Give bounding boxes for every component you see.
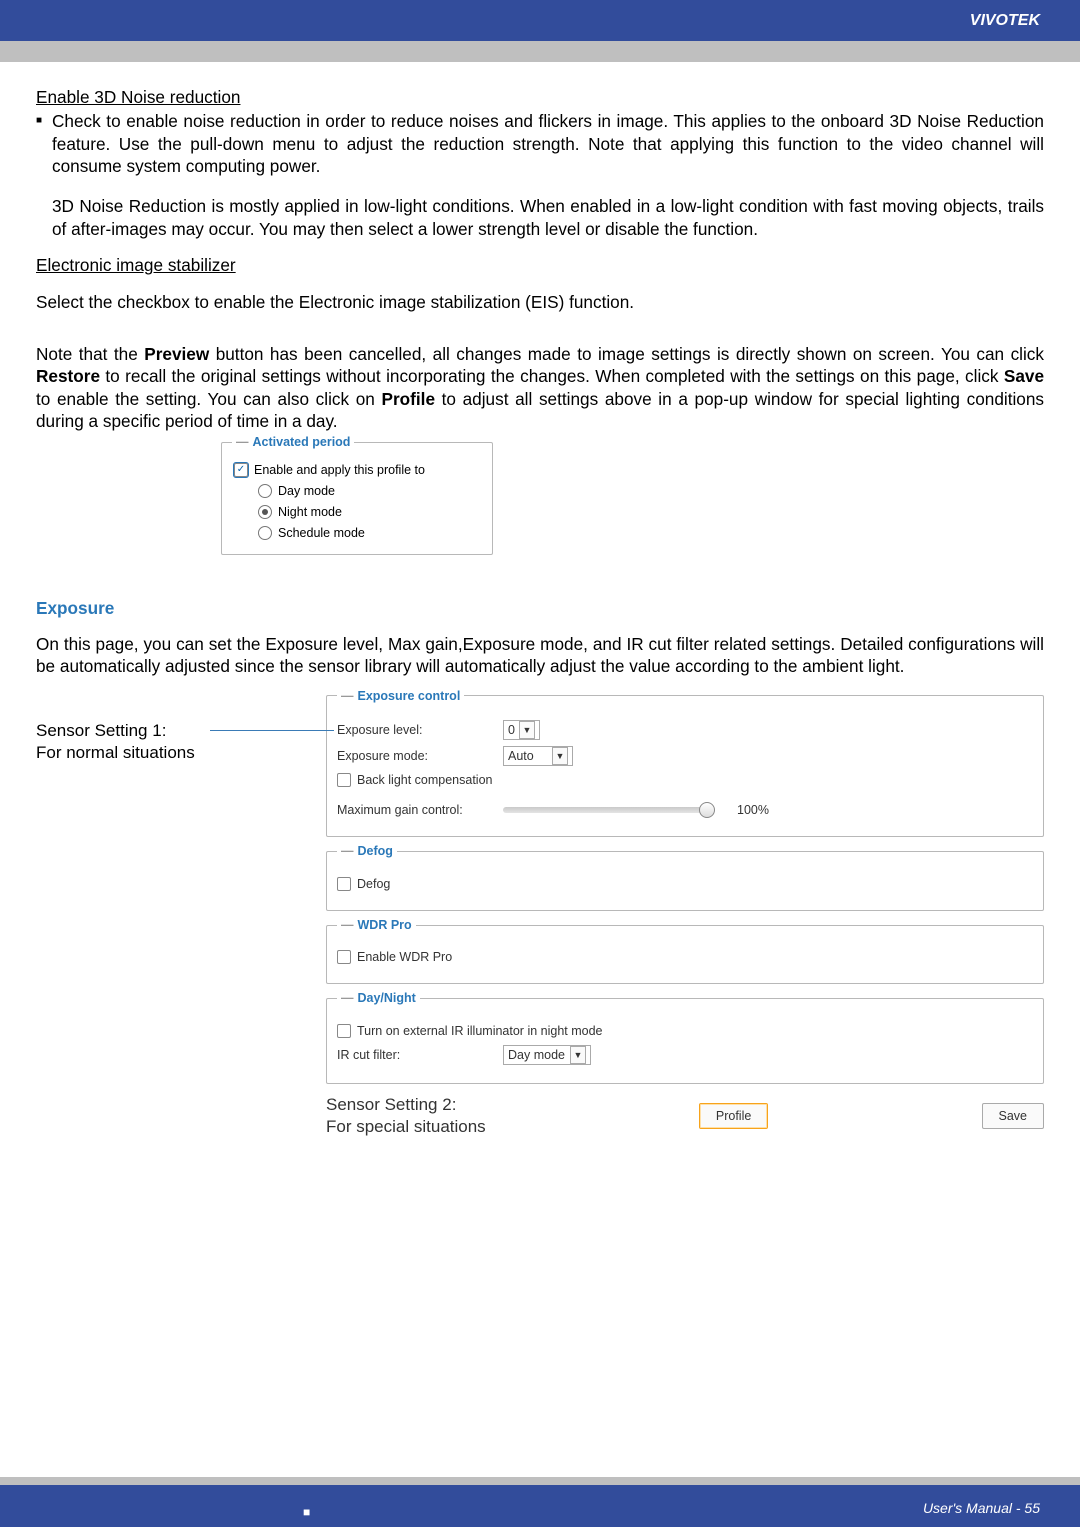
enable-profile-row[interactable]: Enable and apply this profile to bbox=[232, 459, 482, 480]
mode-label: Day mode bbox=[278, 483, 335, 499]
blc-checkbox[interactable] bbox=[337, 773, 351, 787]
page-header: VIVOTEK bbox=[0, 0, 1080, 41]
day-mode-radio[interactable] bbox=[258, 484, 272, 498]
page-content: Enable 3D Noise reduction Check to enabl… bbox=[0, 62, 1080, 1477]
paragraph-text: to enable the setting. You can also clic… bbox=[36, 389, 382, 409]
exposure-panel: —Exposure control Exposure level: 0▼ Exp… bbox=[326, 688, 1044, 1138]
sensor-setting-2-note: Sensor Setting 2: For special situations bbox=[326, 1094, 486, 1138]
enable-profile-label: Enable and apply this profile to bbox=[254, 462, 425, 478]
emphasis-preview: Preview bbox=[144, 344, 209, 364]
exposure-title: Exposure bbox=[36, 597, 1044, 619]
wdr-row[interactable]: Enable WDR Pro bbox=[337, 949, 1033, 965]
blc-row[interactable]: Back light compensation bbox=[337, 772, 1033, 788]
emphasis-profile: Profile bbox=[382, 389, 435, 409]
max-gain-label: Maximum gain control: bbox=[337, 802, 497, 818]
schedule-mode-radio[interactable] bbox=[258, 526, 272, 540]
wdr-checkbox[interactable] bbox=[337, 950, 351, 964]
dropdown-arrow-icon: ▼ bbox=[552, 747, 568, 765]
section-preview-note: Note that the Preview button has been ca… bbox=[36, 343, 1044, 432]
wdr-group: —WDR Pro Enable WDR Pro bbox=[326, 917, 1044, 985]
slider-thumb[interactable] bbox=[699, 802, 715, 818]
section-eis: Electronic image stabilizer Select the c… bbox=[36, 254, 1044, 313]
connector-line bbox=[210, 730, 334, 731]
save-button[interactable]: Save bbox=[982, 1103, 1045, 1129]
defog-group: —Defog Defog bbox=[326, 843, 1044, 911]
select-value: Auto bbox=[508, 749, 534, 763]
paragraph-text: 3D Noise Reduction is mostly applied in … bbox=[52, 195, 1044, 240]
defog-label: Defog bbox=[357, 876, 390, 892]
group-legend: Defog bbox=[358, 844, 393, 858]
exposure-mode-select[interactable]: Auto ▼ bbox=[503, 746, 573, 766]
group-legend: Activated period bbox=[253, 435, 351, 449]
exposure-mode-label: Exposure mode: bbox=[337, 748, 497, 764]
sensor-setting-1-note: Sensor Setting 1: For normal situations bbox=[36, 688, 306, 1138]
note-line: Sensor Setting 1: bbox=[36, 720, 306, 742]
section-title: Enable 3D Noise reduction bbox=[36, 86, 1044, 108]
group-legend: WDR Pro bbox=[358, 918, 412, 932]
note-line: For special situations bbox=[326, 1116, 486, 1138]
panel-footer: Sensor Setting 2: For special situations… bbox=[326, 1094, 1044, 1138]
section-title: Electronic image stabilizer bbox=[36, 254, 1044, 276]
paragraph-text: On this page, you can set the Exposure l… bbox=[36, 633, 1044, 678]
ircut-label: IR cut filter: bbox=[337, 1047, 497, 1063]
wdr-label: Enable WDR Pro bbox=[357, 949, 452, 965]
schedule-mode-row[interactable]: Schedule mode bbox=[232, 522, 482, 543]
section-3d-noise: Enable 3D Noise reduction Check to enabl… bbox=[36, 86, 1044, 240]
ir-illuminator-checkbox[interactable] bbox=[337, 1024, 351, 1038]
note-line: Sensor Setting 2: bbox=[326, 1094, 486, 1116]
exposure-level-label: Exposure level: bbox=[337, 722, 497, 738]
defog-checkbox[interactable] bbox=[337, 877, 351, 891]
mode-label: Schedule mode bbox=[278, 525, 365, 541]
dropdown-arrow-icon: ▼ bbox=[570, 1046, 586, 1064]
max-gain-slider[interactable] bbox=[503, 807, 713, 813]
paragraph-text: button has been cancelled, all changes m… bbox=[209, 344, 1044, 364]
note-line: For normal situations bbox=[36, 742, 306, 764]
blc-label: Back light compensation bbox=[357, 772, 493, 788]
defog-row[interactable]: Defog bbox=[337, 876, 1033, 892]
profile-button[interactable]: Profile bbox=[699, 1103, 768, 1129]
night-mode-radio[interactable] bbox=[258, 505, 272, 519]
ir-illuminator-label: Turn on external IR illuminator in night… bbox=[357, 1023, 603, 1039]
ir-illuminator-row[interactable]: Turn on external IR illuminator in night… bbox=[337, 1023, 1033, 1039]
paragraph: Check to enable noise reduction in order… bbox=[36, 110, 1044, 240]
emphasis-save: Save bbox=[1004, 366, 1044, 386]
paragraph-text: Check to enable noise reduction in order… bbox=[52, 110, 1044, 177]
exposure-control-group: —Exposure control Exposure level: 0▼ Exp… bbox=[326, 688, 1044, 838]
paragraph-text: to recall the original settings without … bbox=[100, 366, 1004, 386]
daynight-group: —Day/Night Turn on external IR illuminat… bbox=[326, 990, 1044, 1084]
exposure-level-select[interactable]: 0▼ bbox=[503, 720, 540, 740]
group-legend: Day/Night bbox=[358, 991, 416, 1005]
page-number: User's Manual - 55 bbox=[923, 1499, 1040, 1517]
brand-text: VIVOTEK bbox=[970, 11, 1040, 32]
paragraph-text: Select the checkbox to enable the Electr… bbox=[36, 291, 1044, 313]
page-footer: ■ User's Manual - 55 bbox=[0, 1485, 1080, 1527]
mode-label: Night mode bbox=[278, 504, 342, 520]
night-mode-row[interactable]: Night mode bbox=[232, 501, 482, 522]
activated-period-group: —Activated period Enable and apply this … bbox=[221, 434, 493, 554]
select-value: Day mode bbox=[508, 1048, 565, 1062]
day-mode-row[interactable]: Day mode bbox=[232, 480, 482, 501]
enable-profile-checkbox[interactable] bbox=[234, 463, 248, 477]
ircut-select[interactable]: Day mode ▼ bbox=[503, 1045, 591, 1065]
footer-bullet-icon: ■ bbox=[303, 1505, 310, 1521]
select-value: 0 bbox=[508, 723, 515, 737]
group-legend: Exposure control bbox=[358, 689, 461, 703]
max-gain-value: 100% bbox=[737, 802, 769, 818]
dropdown-arrow-icon: ▼ bbox=[519, 721, 535, 739]
paragraph-text: Note that the bbox=[36, 344, 144, 364]
emphasis-restore: Restore bbox=[36, 366, 100, 386]
